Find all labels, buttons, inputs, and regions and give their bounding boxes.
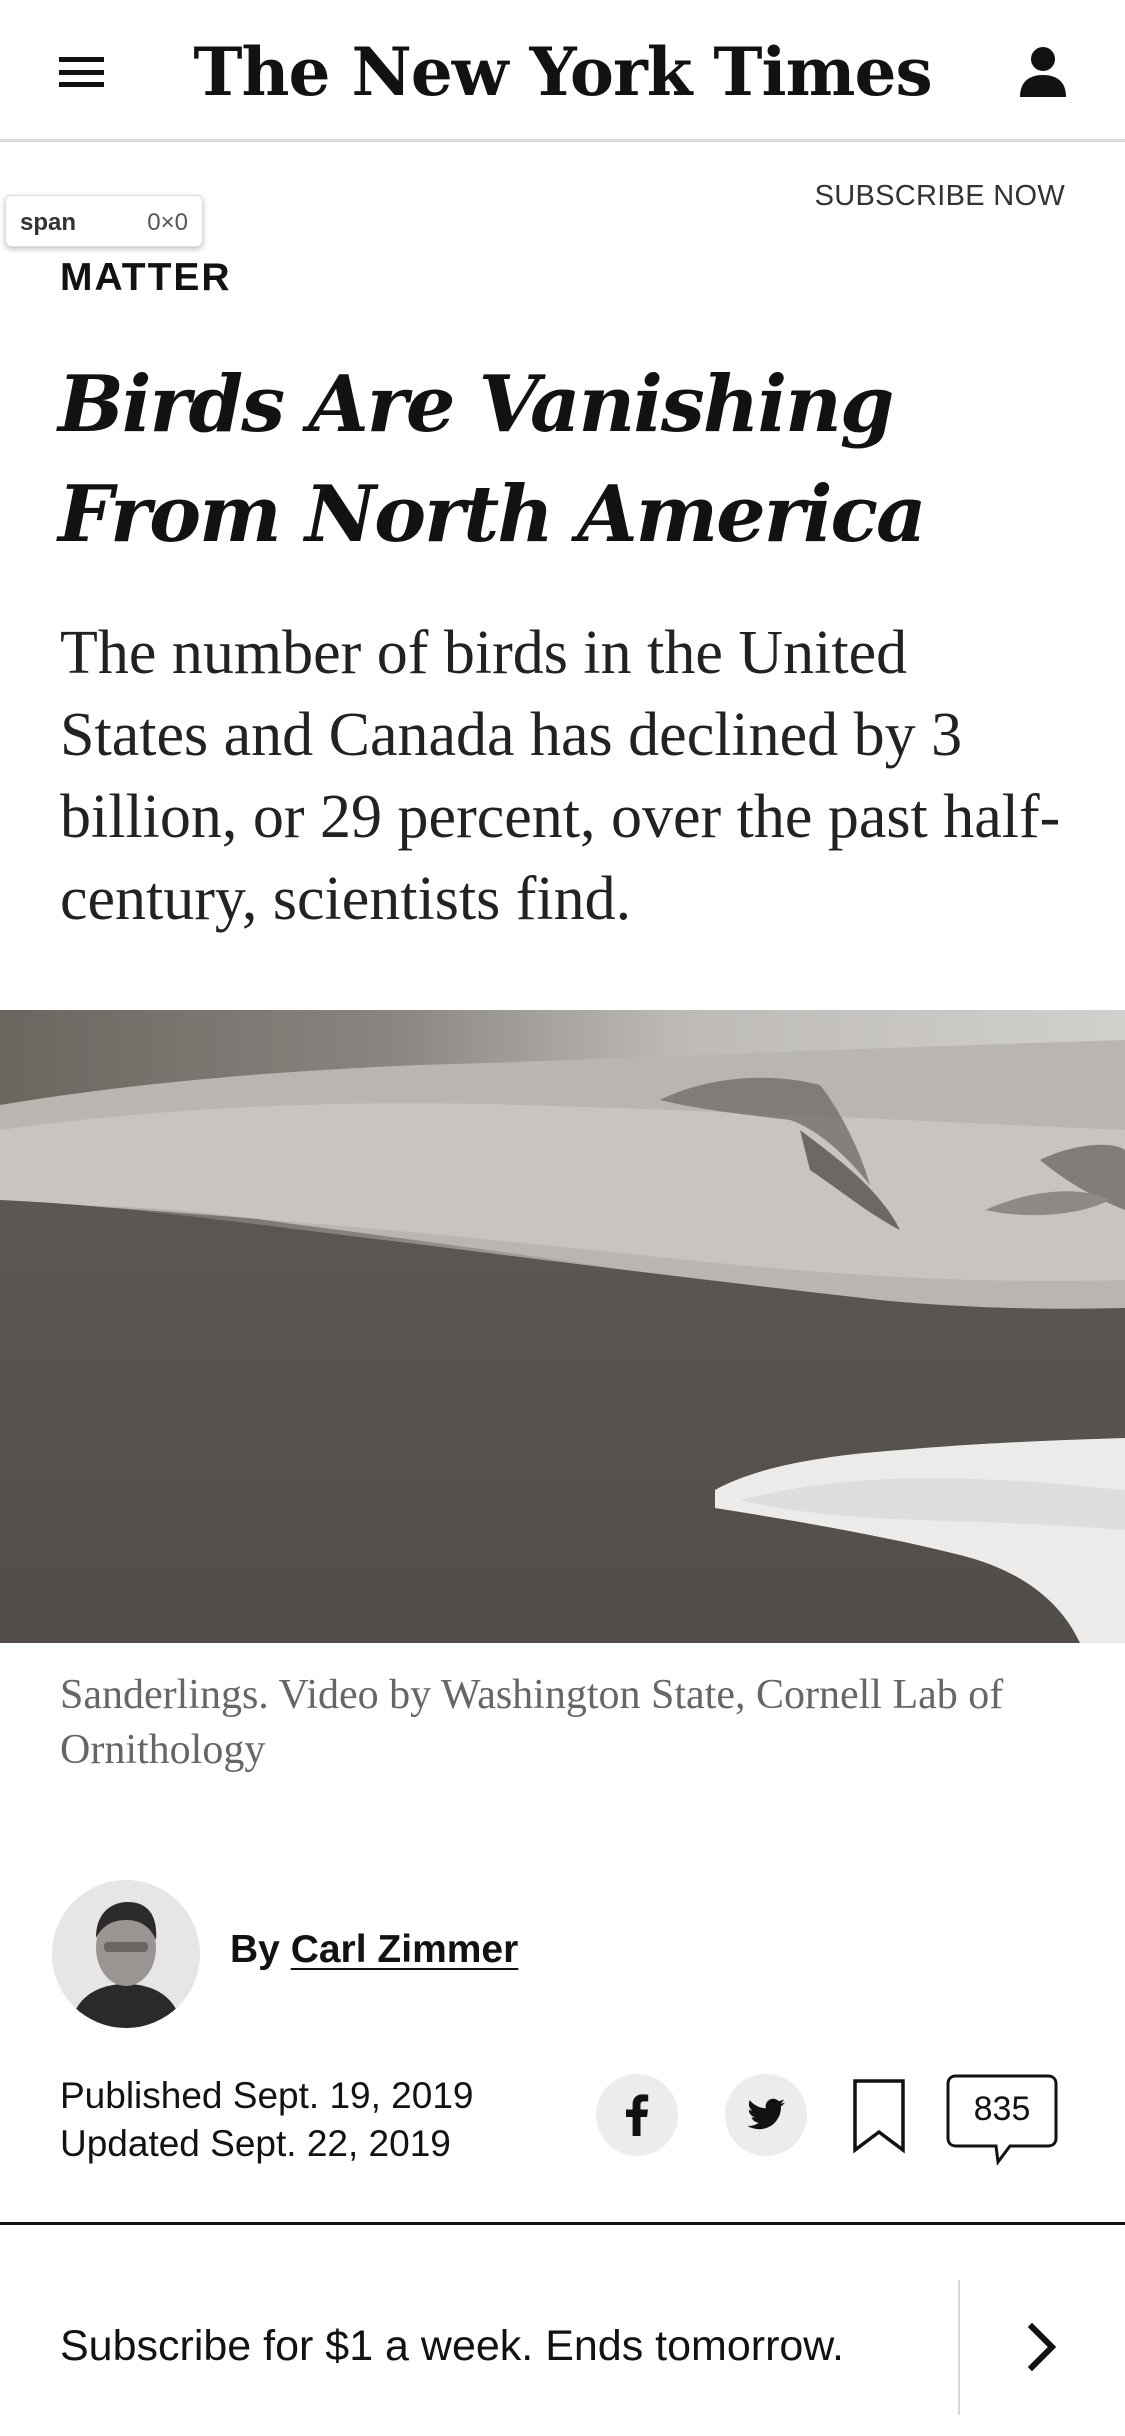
bookmark-icon[interactable] — [852, 2078, 906, 2154]
facebook-icon — [626, 2094, 649, 2136]
subscribe-banner-text[interactable]: Subscribe for $1 a week. Ends tomorrow. — [60, 2322, 844, 2371]
byline: By Carl Zimmer — [230, 1928, 518, 1972]
hero-video[interactable] — [0, 1010, 1125, 1643]
headline-line-1: Birds Are Vanishing — [58, 359, 894, 450]
section-kicker[interactable]: MATTER — [60, 256, 232, 300]
banner-divider — [958, 2280, 960, 2415]
comment-count[interactable]: 835 — [946, 2090, 1058, 2129]
subscribe-banner[interactable]: Subscribe for $1 a week. Ends tomorrow. — [0, 2222, 1125, 2436]
nyt-logo[interactable]: The New York Times — [0, 22, 1125, 122]
author-avatar[interactable] — [52, 1880, 200, 2028]
facebook-share-button[interactable] — [596, 2074, 678, 2156]
top-navigation-bar: The New York Times — [0, 0, 1125, 142]
headline-line-2: From North America — [58, 469, 927, 560]
published-date: Published Sept. 19, 2019 — [60, 2075, 474, 2116]
author-portrait — [52, 1880, 200, 2028]
tooltip-size: 0×0 — [147, 209, 188, 236]
media-caption: Sanderlings. Video by Washington State, … — [60, 1672, 1004, 1773]
author-link[interactable]: Carl Zimmer — [291, 1928, 519, 1971]
article-dates: Published Sept. 19, 2019 Updated Sept. 2… — [60, 2072, 474, 2168]
byline-prefix: By — [230, 1928, 280, 1971]
person-icon[interactable] — [1018, 45, 1068, 97]
twitter-icon — [747, 2098, 785, 2130]
article-summary: The number of birds in the United States… — [60, 619, 1061, 933]
beach-video-frame — [0, 1010, 1125, 1643]
chevron-right-icon[interactable] — [1022, 2323, 1062, 2371]
devtools-element-tooltip: span 0×0 — [5, 195, 203, 247]
twitter-share-button[interactable] — [725, 2074, 807, 2156]
article-headline: Birds Are Vanishing From North America — [58, 350, 1058, 570]
tooltip-tag: span — [20, 209, 77, 236]
updated-date: Updated Sept. 22, 2019 — [60, 2123, 451, 2164]
subscribe-now-link[interactable]: SUBSCRIBE NOW — [815, 180, 1065, 213]
